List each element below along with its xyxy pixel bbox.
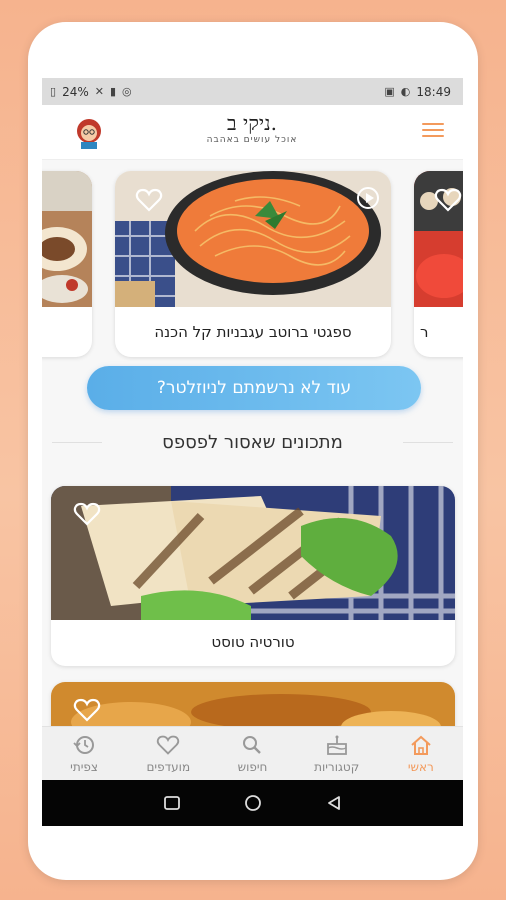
cake-icon bbox=[326, 735, 347, 755]
logo-title: ניקי ב. bbox=[226, 111, 278, 135]
section-title: מתכונים שאסור לפספס bbox=[42, 428, 463, 456]
search-icon bbox=[243, 735, 262, 754]
nav-item-label: ראשי bbox=[407, 759, 434, 774]
carousel-card-title: ספגטי ברוטב עגבניות קל הכנה bbox=[154, 323, 352, 341]
newsletter-signup-button[interactable]: עוד לא נרשמתם לניוזלטר? bbox=[87, 366, 421, 410]
app-notification-icon: ◐ bbox=[400, 85, 411, 98]
logo-subtitle: אוכל עושים באהבה bbox=[206, 135, 298, 145]
home-icon bbox=[411, 735, 431, 755]
heart-icon bbox=[157, 735, 180, 755]
sync-icon: ◎ bbox=[122, 85, 132, 98]
carousel-card-title bbox=[42, 307, 92, 357]
recipe-title: טורטיה טוסט bbox=[211, 633, 295, 651]
recipe-image bbox=[51, 486, 455, 620]
menu-icon[interactable] bbox=[422, 123, 444, 141]
nav-item-categories[interactable]: קטגוריות bbox=[297, 734, 377, 774]
app-screen: ▯ 24% ✕ ▮ ◎ ▣ ◐ 18:49 ניקי ב. אוכל עושים… bbox=[42, 78, 463, 826]
battery-icon: ▯ bbox=[50, 85, 57, 98]
carousel-card[interactable]: ר bbox=[414, 171, 463, 357]
user-avatar[interactable] bbox=[66, 115, 112, 151]
history-icon bbox=[73, 735, 95, 754]
back-icon[interactable] bbox=[325, 794, 343, 812]
favorite-heart-icon[interactable] bbox=[73, 697, 101, 723]
image-icon: ▣ bbox=[384, 85, 395, 98]
app-logo: ניקי ב. אוכל עושים באהבה bbox=[192, 111, 312, 155]
recipe-card[interactable]: טורטיה טוסט bbox=[51, 486, 455, 666]
app-bar: ניקי ב. אוכל עושים באהבה bbox=[42, 105, 463, 160]
clock: 18:49 bbox=[416, 84, 451, 99]
no-sim-icon: ✕ bbox=[94, 85, 104, 98]
vibrate-icon: ▮ bbox=[109, 85, 117, 98]
carousel-card[interactable] bbox=[42, 171, 92, 357]
carousel-card[interactable]: ספגטי ברוטב עגבניות קל הכנה bbox=[115, 171, 391, 357]
nav-item-search[interactable]: חיפוש bbox=[212, 734, 292, 774]
nav-item-label: מועדפים bbox=[146, 759, 191, 774]
nav-item-favorites[interactable]: מועדפים bbox=[128, 734, 208, 774]
section-title-text: מתכונים שאסור לפספס bbox=[162, 431, 343, 453]
carousel-card-title: ר bbox=[420, 323, 429, 341]
nav-item-label: חיפוש bbox=[237, 759, 268, 774]
status-bar: ▯ 24% ✕ ▮ ◎ ▣ ◐ 18:49 bbox=[42, 78, 463, 105]
nav-item-history[interactable]: צפיתי bbox=[44, 734, 124, 774]
favorite-heart-icon[interactable] bbox=[73, 501, 101, 527]
nav-item-home[interactable]: ראשי bbox=[381, 734, 461, 774]
bottom-navigation: ראשי קטגוריות חיפוש מועדפים צפיתי bbox=[42, 726, 463, 780]
nav-item-label: קטגוריות bbox=[314, 759, 360, 774]
favorite-heart-icon[interactable] bbox=[135, 187, 163, 213]
nav-item-label: צפיתי bbox=[70, 759, 99, 774]
featured-carousel[interactable]: ספגטי ברוטב עגבניות קל הכנה ר bbox=[42, 171, 463, 361]
recent-apps-icon[interactable] bbox=[163, 794, 181, 812]
recipe-image bbox=[42, 171, 92, 307]
home-button-icon[interactable] bbox=[243, 793, 263, 813]
battery-percent: 24% bbox=[62, 84, 89, 99]
favorite-heart-icon[interactable] bbox=[434, 187, 462, 213]
system-navigation-bar bbox=[42, 780, 463, 826]
video-play-icon[interactable] bbox=[357, 187, 379, 209]
